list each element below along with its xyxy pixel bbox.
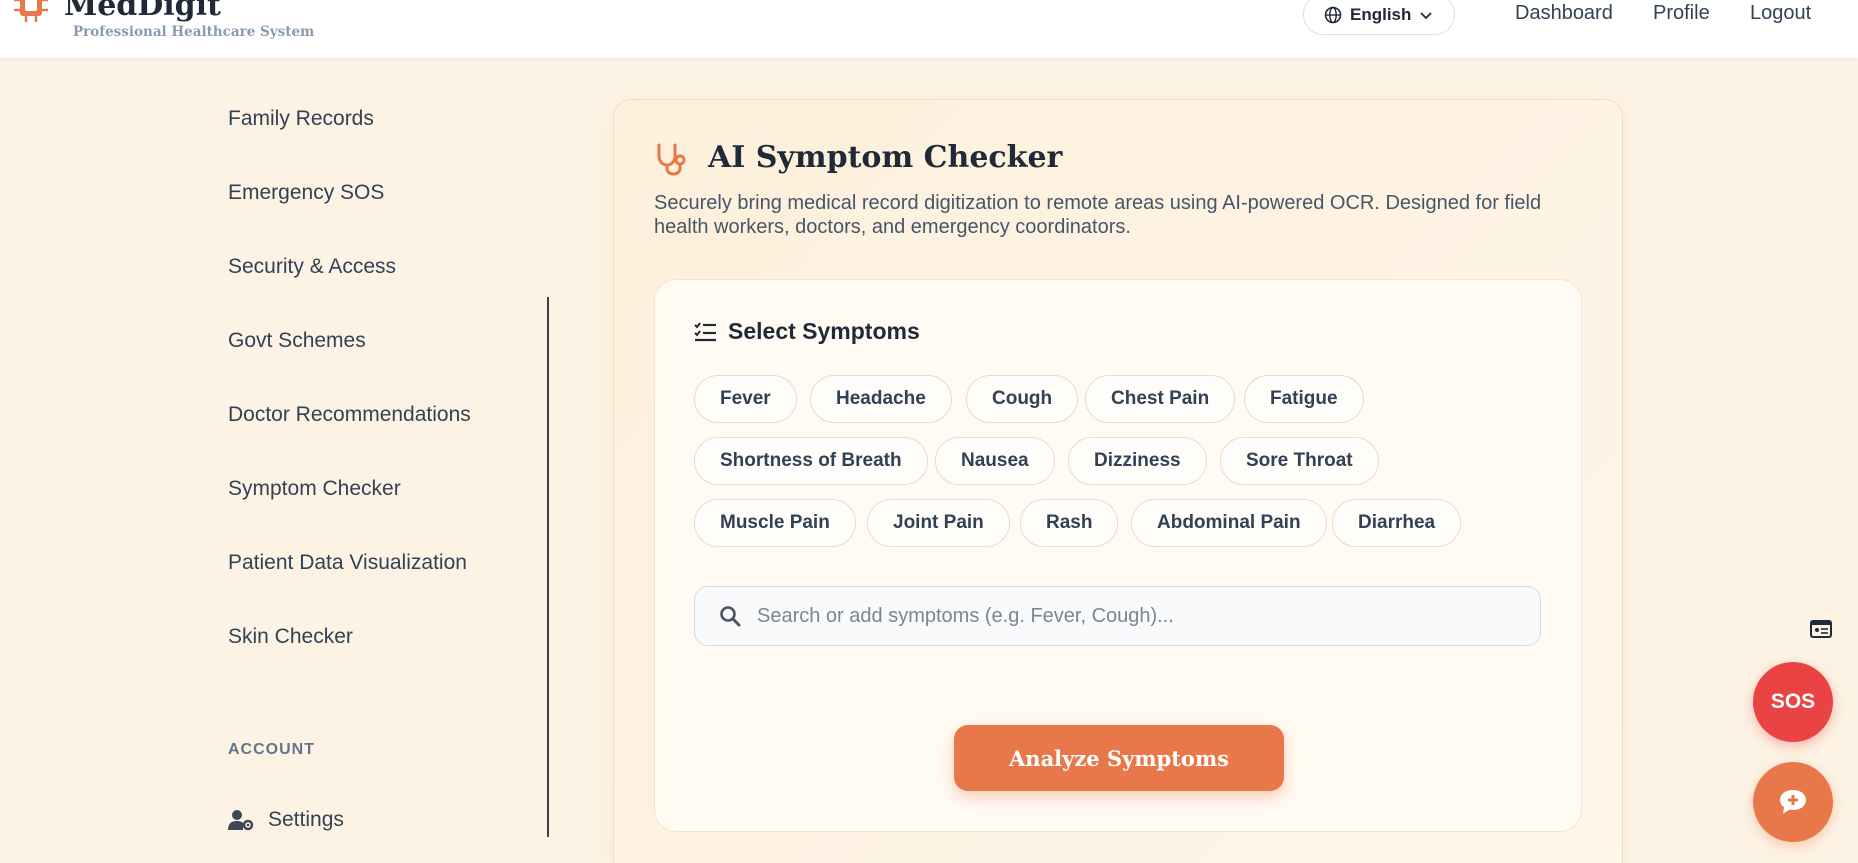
- globe-icon: [1324, 6, 1342, 23]
- select-symptoms-label: Select Symptoms: [728, 318, 920, 344]
- settings-label: Settings: [268, 808, 344, 831]
- select-symptoms-heading: Select Symptoms: [694, 318, 920, 345]
- account-section-label: ACCOUNT: [228, 741, 315, 758]
- brand-name[interactable]: MedDigit: [64, 0, 221, 23]
- symptom-chip-cough[interactable]: Cough: [966, 375, 1079, 423]
- nav-profile[interactable]: Profile: [1653, 2, 1710, 25]
- chat-assistant-button[interactable]: [1753, 762, 1833, 842]
- search-icon: [720, 606, 741, 627]
- page-description: Securely bring medical record digitizati…: [654, 192, 1542, 238]
- symptom-selection-panel: Select Symptoms Fever Headache Cough Che…: [654, 279, 1582, 832]
- symptom-chip-nausea[interactable]: Nausea: [935, 437, 1055, 485]
- sidebar-item-emergency-sos[interactable]: Emergency SOS: [228, 181, 384, 205]
- symptom-chip-diarrhea[interactable]: Diarrhea: [1332, 499, 1462, 547]
- language-label: English: [1350, 4, 1412, 24]
- symptom-chip-abdominal-pain[interactable]: Abdominal Pain: [1131, 499, 1327, 547]
- sos-button[interactable]: SOS: [1753, 662, 1833, 742]
- sidebar-item-security-access[interactable]: Security & Access: [228, 255, 396, 279]
- symptom-chip-sore-throat[interactable]: Sore Throat: [1220, 437, 1379, 485]
- page-title: AI Symptom Checker: [708, 140, 1063, 175]
- symptom-chip-shortness-of-breath[interactable]: Shortness of Breath: [694, 437, 928, 485]
- symptom-chip-fever[interactable]: Fever: [694, 375, 797, 423]
- brand-tagline: Professional Healthcare System: [73, 24, 315, 40]
- sidebar-item-symptom-checker[interactable]: Symptom Checker: [228, 477, 401, 501]
- sidebar-item-skin-checker[interactable]: Skin Checker: [228, 625, 353, 649]
- chat-plus-icon: [1780, 790, 1806, 814]
- symptom-chip-headache[interactable]: Headache: [810, 375, 952, 423]
- top-header: MedDigit Professional Healthcare System …: [0, 0, 1858, 58]
- symptom-chip-rash[interactable]: Rash: [1020, 499, 1119, 547]
- sidebar-item-doctor-recommendations[interactable]: Doctor Recommendations: [228, 403, 471, 427]
- chip-logo-icon: [14, 0, 48, 22]
- sidebar-item-settings[interactable]: Settings: [228, 808, 344, 832]
- stethoscope-icon: [657, 143, 686, 176]
- symptom-search-input[interactable]: [757, 604, 1517, 628]
- chevron-down-icon: [1420, 11, 1433, 19]
- sidebar-item-patient-data-visualization[interactable]: Patient Data Visualization: [228, 551, 467, 575]
- symptom-chip-dizziness[interactable]: Dizziness: [1068, 437, 1207, 485]
- symptom-checker-card: AI Symptom Checker Securely bring medica…: [613, 99, 1623, 863]
- sidebar-item-govt-schemes[interactable]: Govt Schemes: [228, 329, 366, 353]
- user-gear-icon: [228, 810, 254, 831]
- symptom-chip-fatigue[interactable]: Fatigue: [1244, 375, 1364, 423]
- analyze-symptoms-button[interactable]: Analyze Symptoms: [954, 725, 1284, 791]
- symptom-chip-chest-pain[interactable]: Chest Pain: [1085, 375, 1236, 423]
- checklist-icon: [694, 321, 716, 341]
- nav-dashboard[interactable]: Dashboard: [1515, 2, 1613, 25]
- symptom-chip-joint-pain[interactable]: Joint Pain: [867, 499, 1010, 547]
- nav-logout[interactable]: Logout: [1750, 2, 1811, 25]
- symptom-search-box[interactable]: [694, 586, 1541, 646]
- language-selector[interactable]: English: [1303, 0, 1455, 35]
- id-card-icon[interactable]: [1810, 619, 1832, 639]
- sidebar-item-family-records[interactable]: Family Records: [228, 107, 374, 131]
- symptom-chip-muscle-pain[interactable]: Muscle Pain: [694, 499, 856, 547]
- sidebar-scroll-divider[interactable]: [547, 297, 549, 837]
